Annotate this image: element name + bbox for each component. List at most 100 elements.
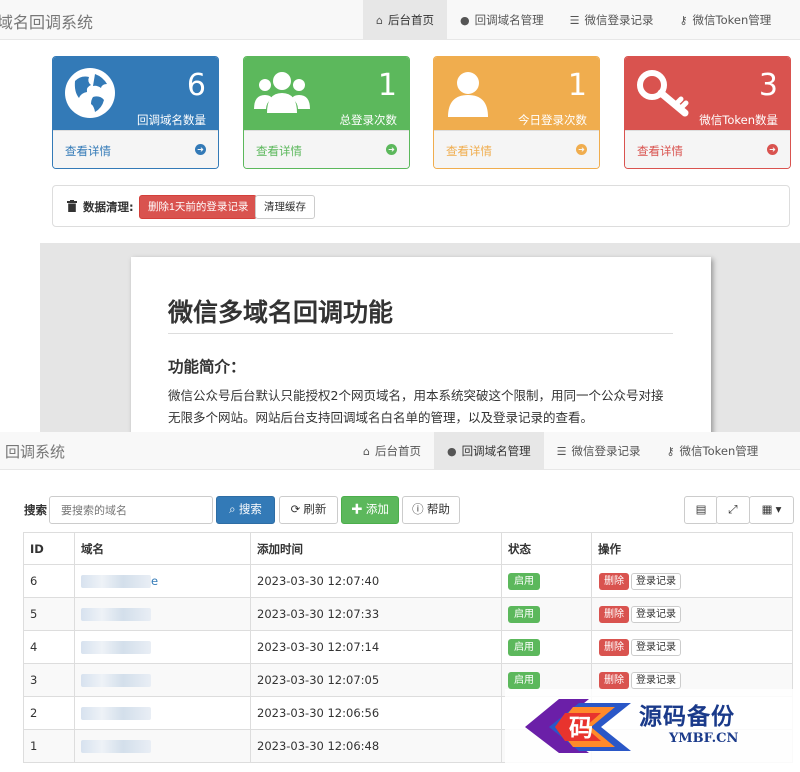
watermark-text: 源码备份 bbox=[639, 703, 735, 730]
nav-login-records[interactable]: ☰ 微信登录记录 bbox=[557, 0, 667, 40]
nav-domain-manage[interactable]: ● 回调域名管理 bbox=[433, 432, 544, 470]
redacted-domain bbox=[81, 674, 151, 687]
doc-title: 微信多域名回调功能 bbox=[168, 298, 394, 327]
stat-footer[interactable]: 查看详情 ➜ bbox=[244, 130, 409, 168]
delete-button[interactable]: 删除 bbox=[599, 638, 629, 656]
nav-domain-label: 回调域名管理 bbox=[474, 13, 544, 27]
key-icon: ⚷ bbox=[679, 13, 688, 27]
column-header-id[interactable]: ID bbox=[23, 532, 75, 565]
nav-token-manage[interactable]: ⚷ 微信Token管理 bbox=[653, 432, 771, 470]
cell-id: 3 bbox=[23, 663, 75, 697]
cell-status: 启用 bbox=[501, 597, 592, 631]
status-badge[interactable]: 启用 bbox=[508, 605, 540, 623]
cell-time: 2023-03-30 12:07:14 bbox=[250, 630, 502, 664]
stat-footer[interactable]: 查看详情 ➜ bbox=[625, 130, 790, 168]
redacted-domain bbox=[81, 707, 151, 720]
login-records-button[interactable]: 登录记录 bbox=[631, 638, 681, 656]
arrow-right-icon: ➜ bbox=[386, 144, 397, 155]
watermark-logo-char: 码 bbox=[569, 713, 593, 742]
stat-footer[interactable]: 查看详情 ➜ bbox=[53, 130, 218, 168]
cell-time: 2023-03-30 12:07:40 bbox=[250, 564, 502, 598]
key-icon: ⚷ bbox=[666, 444, 675, 458]
caret-down-icon: ▾ bbox=[775, 504, 782, 516]
delete-button[interactable]: 删除 bbox=[599, 605, 629, 623]
plus-icon: ✚ bbox=[351, 504, 363, 516]
today-login-label: 今日登录次数 bbox=[518, 113, 587, 127]
status-badge[interactable]: 启用 bbox=[508, 671, 540, 689]
search-input[interactable] bbox=[49, 496, 213, 524]
watermark-logo-icon: 码 bbox=[525, 699, 631, 753]
delete-button[interactable]: 删除 bbox=[599, 671, 629, 689]
login-records-button[interactable]: 登录记录 bbox=[631, 605, 681, 623]
redacted-domain bbox=[81, 608, 151, 621]
cell-actions: 删除 登录记录 bbox=[591, 630, 793, 664]
list-view-icon: ▤ bbox=[695, 504, 707, 516]
login-records-button[interactable]: 登录记录 bbox=[631, 572, 681, 590]
delete-old-records-button[interactable]: 删除1天前的登录记录 bbox=[139, 195, 258, 219]
status-badge[interactable]: 启用 bbox=[508, 572, 540, 590]
fullscreen-button[interactable]: ⤢ bbox=[716, 496, 750, 524]
nav-login-label: 微信登录记录 bbox=[584, 13, 654, 27]
add-button[interactable]: ✚ 添加 bbox=[341, 496, 399, 524]
doc-page: 微信多域名回调功能 功能简介： 微信公众号后台默认只能授权2个网页域名，用本系统… bbox=[131, 257, 711, 432]
search-button[interactable]: ⌕ 搜索 bbox=[216, 496, 275, 524]
top-nav: ⌂ 后台首页 ● 回调域名管理 ☰ 微信登录记录 ⚷ 微信Token管理 bbox=[363, 0, 784, 40]
info-icon: ⓘ bbox=[412, 504, 424, 516]
cell-actions: 删除 登录记录 bbox=[591, 597, 793, 631]
nav-home[interactable]: ⌂ 后台首页 bbox=[350, 432, 434, 470]
bottom-nav: ⌂ 后台首页 ● 回调域名管理 ☰ 微信登录记录 ⚷ 微信Token管理 bbox=[350, 432, 771, 472]
domain-toolbar: 搜索 ⌕ 搜索 ⟳ 刷新 ✚ 添加 ⓘ 帮助 ▤ ⤢ ▦ ▾ bbox=[0, 494, 800, 524]
globe-icon bbox=[65, 68, 115, 118]
stat-card-domains: 6 回调域名数量 查看详情 ➜ bbox=[52, 56, 219, 169]
refresh-button-label: 刷新 bbox=[303, 504, 327, 516]
nav-token-manage[interactable]: ⚷ 微信Token管理 bbox=[666, 0, 784, 40]
stat-footer[interactable]: 查看详情 ➜ bbox=[434, 130, 599, 168]
table-row: 6 e 2023-03-30 12:07:40 启用 删除 登录记录 bbox=[23, 564, 793, 598]
domain-manage-screen: 回调系统 ⌂ 后台首页 ● 回调域名管理 ☰ 微信登录记录 ⚷ 微信Token管… bbox=[0, 432, 800, 772]
view-details-link[interactable]: 查看详情 bbox=[446, 143, 492, 159]
nav-domain-manage[interactable]: ● 回调域名管理 bbox=[447, 0, 557, 40]
help-button-label: 帮助 bbox=[426, 504, 450, 516]
doc-paragraph: 微信公众号后台默认只能授权2个网页域名，用本系统突破这个限制，用同一个公众号对接… bbox=[168, 388, 664, 425]
nav-login-records[interactable]: ☰ 微信登录记录 bbox=[544, 432, 654, 470]
column-header-domain[interactable]: 域名 bbox=[74, 532, 251, 565]
help-button[interactable]: ⓘ 帮助 bbox=[402, 496, 460, 524]
brand-title[interactable]: 回调系统 bbox=[5, 441, 65, 462]
delete-button[interactable]: 删除 bbox=[599, 572, 629, 590]
refresh-button[interactable]: ⟳ 刷新 bbox=[279, 496, 338, 524]
nav-token-label: 微信Token管理 bbox=[679, 444, 759, 458]
grid-icon: ▦ bbox=[761, 504, 773, 516]
domain-count-label: 回调域名数量 bbox=[137, 113, 206, 127]
nav-home[interactable]: ⌂ 后台首页 bbox=[363, 0, 447, 40]
cell-status: 启用 bbox=[501, 630, 592, 664]
today-login-count: 1 bbox=[567, 68, 587, 103]
home-icon: ⌂ bbox=[376, 13, 383, 27]
column-header-status[interactable]: 状态 bbox=[501, 532, 592, 565]
cell-id: 1 bbox=[23, 729, 75, 763]
cell-domain bbox=[74, 696, 251, 730]
column-header-time[interactable]: 添加时间 bbox=[250, 532, 502, 565]
clear-cache-button[interactable]: 清理缓存 bbox=[255, 195, 315, 219]
view-details-link[interactable]: 查看详情 bbox=[65, 143, 111, 159]
arrow-right-icon: ➜ bbox=[576, 144, 587, 155]
globe-icon: ● bbox=[446, 444, 457, 458]
view-details-link[interactable]: 查看详情 bbox=[256, 143, 302, 159]
brand-title[interactable]: 域名回调系统 bbox=[0, 9, 93, 33]
cell-domain bbox=[74, 630, 251, 664]
domain-link[interactable]: e bbox=[151, 574, 158, 588]
toggle-view-button[interactable]: ▤ bbox=[684, 496, 718, 524]
redacted-domain bbox=[81, 575, 151, 588]
list-icon: ☰ bbox=[556, 444, 567, 458]
data-cleanup-panel: 数据清理: 删除1天前的登录记录 清理缓存 bbox=[52, 185, 790, 227]
cell-status: 启用 bbox=[501, 564, 592, 598]
login-records-button[interactable]: 登录记录 bbox=[631, 671, 681, 689]
view-details-link[interactable]: 查看详情 bbox=[637, 143, 683, 159]
arrow-right-icon: ➜ bbox=[195, 144, 206, 155]
cell-id: 5 bbox=[23, 597, 75, 631]
status-badge[interactable]: 启用 bbox=[508, 638, 540, 656]
fullscreen-icon: ⤢ bbox=[728, 504, 738, 516]
columns-dropdown-button[interactable]: ▦ ▾ bbox=[749, 496, 794, 524]
cell-id: 6 bbox=[23, 564, 75, 598]
redacted-domain bbox=[81, 641, 151, 654]
redacted-domain bbox=[81, 740, 151, 753]
